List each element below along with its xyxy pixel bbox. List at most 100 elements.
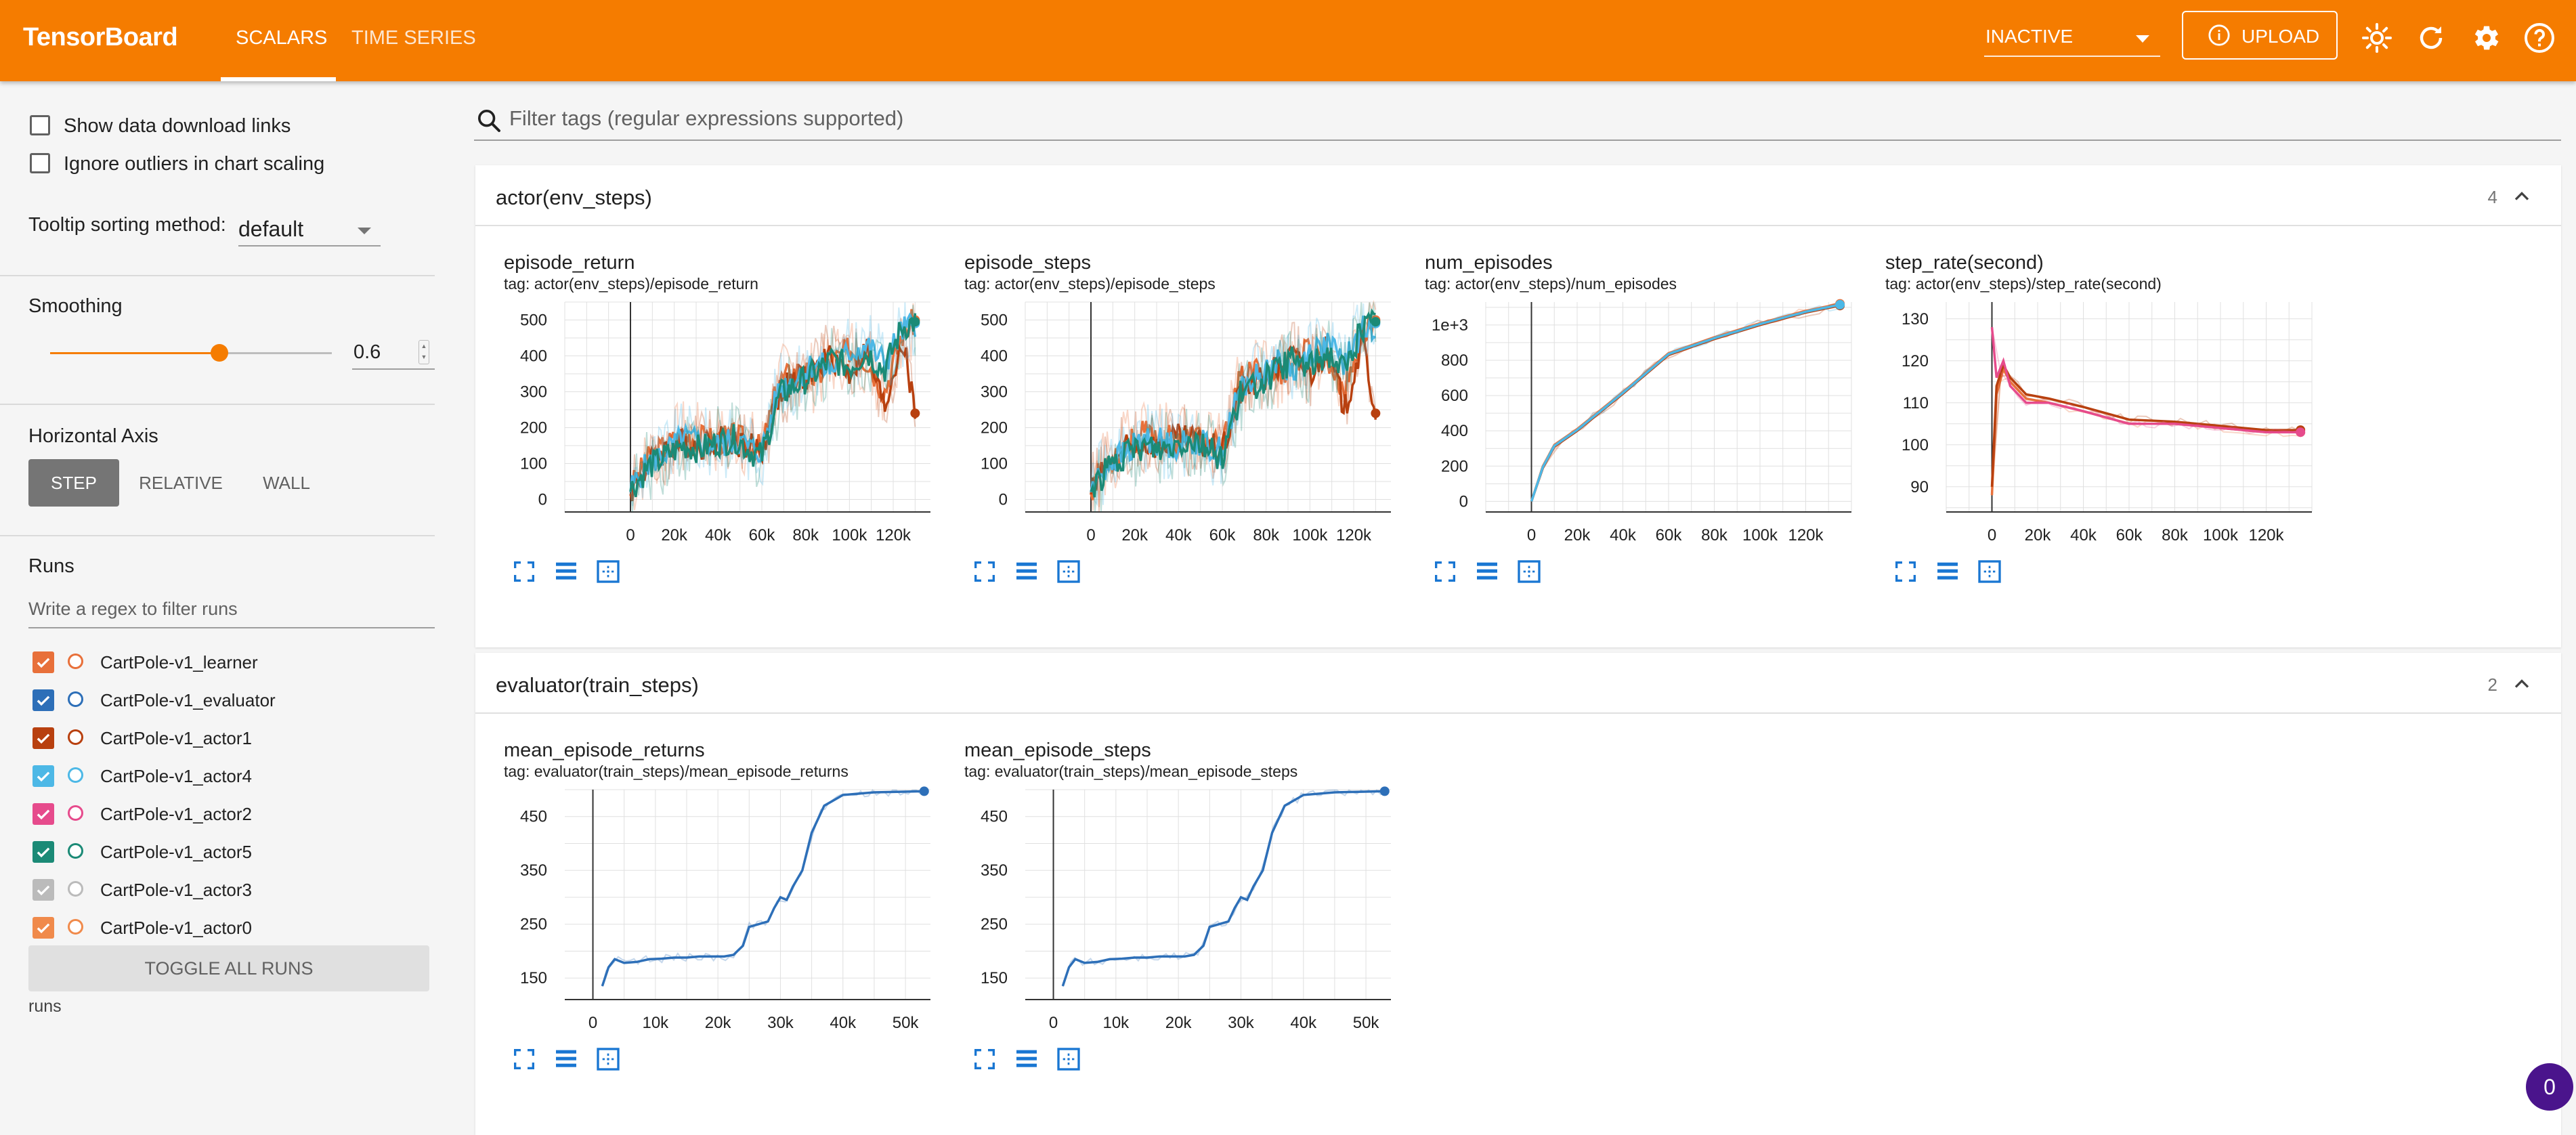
brightness-icon[interactable] xyxy=(2361,22,2393,54)
fullscreen-icon[interactable] xyxy=(971,558,998,585)
group-count: 4 xyxy=(2487,187,2497,207)
toggle-log-scale-icon[interactable] xyxy=(553,558,580,585)
fullscreen-icon[interactable] xyxy=(971,1046,998,1073)
y-tick-label: 400 xyxy=(981,347,1008,365)
y-tick-label: 400 xyxy=(520,347,547,365)
info-icon xyxy=(2208,24,2230,46)
chevron-up-icon[interactable] xyxy=(2510,184,2534,209)
series-end-point xyxy=(910,408,920,419)
run-row[interactable]: CartPole-v1_actor3 xyxy=(28,872,435,905)
axis-relative-button[interactable]: RELATIVE xyxy=(133,459,229,507)
run-color-swatch[interactable] xyxy=(68,805,83,821)
tooltip-sort-select[interactable]: default xyxy=(238,214,381,247)
run-row[interactable]: CartPole-v1_actor4 xyxy=(28,758,435,791)
fit-domain-icon[interactable] xyxy=(1055,558,1082,585)
run-color-swatch[interactable] xyxy=(68,767,83,783)
toggle-log-scale-icon[interactable] xyxy=(1013,1046,1040,1073)
fullscreen-icon[interactable] xyxy=(1432,558,1459,585)
chevron-up-icon[interactable] xyxy=(2510,672,2534,696)
app-brand[interactable]: TensorBoard xyxy=(23,23,178,52)
runs-filter-field[interactable] xyxy=(28,586,435,628)
run-row[interactable]: CartPole-v1_learner xyxy=(28,645,435,677)
chart-title: episode_return xyxy=(504,252,635,274)
toggle-all-runs-button[interactable]: TOGGLE ALL RUNS xyxy=(28,945,429,991)
group-header[interactable]: actor(env_steps) 4 xyxy=(475,165,2561,226)
run-row[interactable]: CartPole-v1_actor1 xyxy=(28,721,435,753)
run-checkbox[interactable] xyxy=(33,727,54,749)
y-tick-label: 300 xyxy=(981,383,1008,401)
run-color-swatch[interactable] xyxy=(68,919,83,935)
fit-domain-icon[interactable] xyxy=(1976,558,2003,585)
reload-status-select[interactable]: INACTIVE xyxy=(1984,22,2160,57)
check-icon xyxy=(37,695,50,706)
fit-domain-icon[interactable] xyxy=(595,1046,622,1073)
toggle-log-scale-icon[interactable] xyxy=(1934,558,1961,585)
run-checkbox[interactable] xyxy=(33,917,54,939)
chart-plot: 0 10k 20k 30k 40k 50k 150 250 350 450 xyxy=(981,786,1391,1032)
x-tick-label: 20k xyxy=(661,526,688,544)
y-tick-label: 250 xyxy=(520,916,547,934)
fit-domain-icon[interactable] xyxy=(595,558,622,585)
y-tick-label: 250 xyxy=(981,916,1008,934)
run-color-swatch[interactable] xyxy=(68,881,83,897)
x-tick-label: 40k xyxy=(830,1014,857,1032)
reload-status-value: INACTIVE xyxy=(1985,26,2074,47)
tag-filter-input[interactable] xyxy=(508,106,2474,131)
tag-filter-field[interactable] xyxy=(474,99,2561,141)
toggle-log-scale-icon[interactable] xyxy=(1474,558,1501,585)
run-color-swatch[interactable] xyxy=(68,729,83,745)
x-tick-label: 0 xyxy=(1086,526,1095,544)
x-tick-label: 0 xyxy=(1527,526,1536,544)
upload-button[interactable]: UPLOAD xyxy=(2182,11,2338,60)
run-color-swatch[interactable] xyxy=(68,654,83,669)
axis-step-button[interactable]: STEP xyxy=(28,459,119,507)
refresh-icon[interactable] xyxy=(2415,22,2447,54)
runs-footer-label: runs xyxy=(28,997,62,1016)
x-tick-label: 60k xyxy=(1656,526,1683,544)
run-name: CartPole-v1_evaluator xyxy=(100,690,276,710)
run-checkbox[interactable] xyxy=(33,879,54,901)
tab-scalars[interactable]: SCALARS xyxy=(236,27,327,49)
x-tick-label: 0 xyxy=(588,1014,597,1032)
x-tick-label: 60k xyxy=(1209,526,1237,544)
show-download-links-checkbox[interactable] xyxy=(30,115,50,135)
fit-domain-icon[interactable] xyxy=(1055,1046,1082,1073)
ignore-outliers-checkbox[interactable] xyxy=(30,153,50,173)
y-tick-label: 100 xyxy=(520,454,547,473)
run-checkbox[interactable] xyxy=(33,651,54,673)
group-header[interactable]: evaluator(train_steps) 2 xyxy=(475,653,2561,714)
axis-wall-button[interactable]: WALL xyxy=(241,459,332,507)
smoothing-slider-track[interactable] xyxy=(219,352,332,354)
smoothing-input[interactable]: 0.6 ▲ ▼ xyxy=(352,336,435,370)
x-tick-label: 0 xyxy=(1049,1014,1058,1032)
run-row[interactable]: CartPole-v1_actor5 xyxy=(28,834,435,867)
notification-count-button[interactable]: 0 xyxy=(2526,1063,2573,1111)
run-checkbox[interactable] xyxy=(33,841,54,863)
run-checkbox[interactable] xyxy=(33,689,54,711)
runs-filter-input[interactable] xyxy=(28,586,435,620)
run-row[interactable]: CartPole-v1_evaluator xyxy=(28,683,435,715)
toggle-log-scale-icon[interactable] xyxy=(553,1046,580,1073)
tab-time-series[interactable]: TIME SERIES xyxy=(351,27,476,49)
run-checkbox[interactable] xyxy=(33,803,54,825)
run-row[interactable]: CartPole-v1_actor0 xyxy=(28,910,435,943)
smoothing-slider-thumb[interactable] xyxy=(211,344,228,362)
help-icon[interactable] xyxy=(2523,22,2556,54)
y-tick-label: 350 xyxy=(981,861,1008,880)
x-tick-label: 50k xyxy=(1353,1014,1380,1032)
run-color-swatch[interactable] xyxy=(68,691,83,707)
fullscreen-icon[interactable] xyxy=(511,1046,538,1073)
series-line xyxy=(601,790,924,987)
settings-icon[interactable] xyxy=(2469,22,2502,54)
run-name: CartPole-v1_actor0 xyxy=(100,918,252,938)
toggle-log-scale-icon[interactable] xyxy=(1013,558,1040,585)
run-color-swatch[interactable] xyxy=(68,843,83,859)
fullscreen-icon[interactable] xyxy=(1892,558,1919,585)
fit-domain-icon[interactable] xyxy=(1516,558,1543,585)
fullscreen-icon[interactable] xyxy=(511,558,538,585)
run-row[interactable]: CartPole-v1_actor2 xyxy=(28,796,435,829)
run-checkbox[interactable] xyxy=(33,765,54,787)
stepper-icon[interactable]: ▲ ▼ xyxy=(418,340,429,364)
run-name: CartPole-v1_actor3 xyxy=(100,880,252,900)
x-tick-label: 20k xyxy=(1564,526,1591,544)
